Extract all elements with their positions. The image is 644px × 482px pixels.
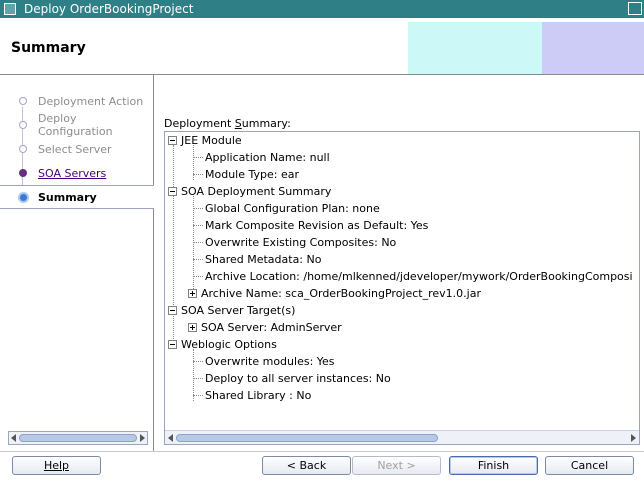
tree-node-label: Overwrite Existing Composites: No bbox=[205, 236, 397, 249]
tree-node[interactable]: Overwrite Existing Composites: No bbox=[205, 234, 396, 251]
help-button[interactable]: Help bbox=[12, 456, 101, 475]
collapse-icon[interactable] bbox=[168, 340, 177, 349]
collapse-icon[interactable] bbox=[168, 136, 177, 145]
tree-node-archive-name[interactable]: Archive Name: sca_OrderBookingProject_re… bbox=[188, 285, 481, 302]
tree-node[interactable]: Mark Composite Revision as Default: Yes bbox=[205, 217, 428, 234]
header-decoration bbox=[542, 22, 644, 74]
step-done-icon bbox=[16, 118, 30, 132]
tree-node[interactable]: Overwrite modules: Yes bbox=[205, 353, 335, 370]
step-done-icon bbox=[16, 142, 30, 156]
collapse-icon[interactable] bbox=[168, 187, 177, 196]
tree-node[interactable]: Application Name: null bbox=[205, 149, 330, 166]
tree-node-label: SOA Deployment Summary bbox=[181, 185, 332, 198]
finish-button[interactable]: Finish bbox=[449, 456, 538, 475]
tree-node-label: SOA Server Target(s) bbox=[181, 304, 296, 317]
tree-node-soa-server-targets[interactable]: SOA Server Target(s) bbox=[168, 302, 295, 319]
tree-node-label: Archive Name: sca_OrderBookingProject_re… bbox=[201, 287, 481, 300]
tree-node-label: Shared Metadata: No bbox=[205, 253, 322, 266]
step-soa-servers[interactable]: SOA Servers bbox=[0, 162, 154, 184]
step-done-icon bbox=[16, 94, 30, 108]
page-title: Summary bbox=[11, 40, 86, 56]
tree-node-label: Application Name: null bbox=[205, 151, 330, 164]
cancel-button[interactable]: Cancel bbox=[545, 456, 634, 475]
tree-node-jee-module[interactable]: JEE Module bbox=[168, 132, 242, 149]
tree-node-soa-server[interactable]: SOA Server: AdminServer bbox=[188, 319, 342, 336]
step-current-icon bbox=[16, 190, 30, 204]
tree-node-label: Mark Composite Revision as Default: Yes bbox=[205, 219, 429, 232]
step-summary: Summary bbox=[0, 185, 154, 209]
button-bar-separator bbox=[0, 451, 644, 452]
tree-node-label: Archive Location: /home/mlkenned/jdevelo… bbox=[205, 270, 633, 283]
tree-node[interactable]: Shared Metadata: No bbox=[205, 251, 321, 268]
window-title: Deploy OrderBookingProject bbox=[24, 2, 194, 16]
tree-node[interactable]: Archive Location: /home/mlkenned/jdevelo… bbox=[205, 268, 633, 285]
step-label: Summary bbox=[38, 190, 97, 204]
scroll-left-icon[interactable] bbox=[168, 434, 173, 442]
expand-icon[interactable] bbox=[188, 289, 197, 298]
wizard-header: Summary bbox=[0, 18, 644, 75]
tree-node[interactable]: Shared Library : No bbox=[205, 387, 311, 404]
step-label[interactable]: SOA Servers bbox=[38, 167, 106, 180]
scroll-right-icon[interactable] bbox=[140, 434, 145, 442]
header-decoration bbox=[408, 22, 542, 74]
step-link-icon bbox=[16, 166, 30, 180]
next-button[interactable]: Next > bbox=[352, 456, 441, 475]
collapse-icon[interactable] bbox=[168, 306, 177, 315]
tree-node[interactable]: Global Configuration Plan: none bbox=[205, 200, 380, 217]
scroll-thumb[interactable] bbox=[176, 434, 438, 442]
tree-node-label: Overwrite modules: Yes bbox=[205, 355, 335, 368]
tree-node-label: Module Type: ear bbox=[205, 168, 299, 181]
scroll-thumb[interactable] bbox=[19, 434, 137, 442]
tree-horizontal-scrollbar[interactable] bbox=[165, 430, 639, 444]
tree-node-weblogic-options[interactable]: Weblogic Options bbox=[168, 336, 277, 353]
step-label: Deploy Configuration bbox=[37, 112, 113, 138]
tree-node-label: Weblogic Options bbox=[181, 338, 277, 351]
deployment-summary-tree[interactable]: JEE Module Application Name: null Module… bbox=[164, 131, 640, 445]
steps-horizontal-scrollbar[interactable] bbox=[8, 431, 148, 445]
deployment-summary-label: Deployment Summary: bbox=[164, 117, 291, 130]
tree-node[interactable]: Module Type: ear bbox=[205, 166, 299, 183]
tree-node-label: Deploy to all server instances: No bbox=[205, 372, 391, 385]
title-bar: Deploy OrderBookingProject bbox=[0, 0, 644, 18]
maximize-icon[interactable] bbox=[628, 2, 642, 15]
tree-node[interactable]: Deploy to all server instances: No bbox=[205, 370, 391, 387]
expand-icon[interactable] bbox=[188, 323, 197, 332]
tree-node-soa-deployment-summary[interactable]: SOA Deployment Summary bbox=[168, 183, 331, 200]
scroll-left-icon[interactable] bbox=[11, 434, 16, 442]
step-deploy-configuration: Deploy Configuration bbox=[0, 112, 154, 138]
tree-node-label: SOA Server: AdminServer bbox=[201, 321, 342, 334]
step-select-server: Select Server bbox=[0, 138, 154, 160]
wizard-steps-panel: Deployment Action Deploy Configuration S… bbox=[0, 75, 154, 451]
scroll-right-icon[interactable] bbox=[631, 434, 636, 442]
tree-node-label: Shared Library : No bbox=[205, 389, 312, 402]
app-icon bbox=[4, 3, 16, 15]
tree-node-label: JEE Module bbox=[181, 134, 242, 147]
step-deployment-action: Deployment Action bbox=[0, 90, 154, 112]
back-button[interactable]: < Back bbox=[262, 456, 351, 475]
step-label: Deployment Action bbox=[38, 94, 144, 108]
tree-node-label: Global Configuration Plan: none bbox=[205, 202, 380, 215]
step-label: Select Server bbox=[38, 142, 112, 156]
